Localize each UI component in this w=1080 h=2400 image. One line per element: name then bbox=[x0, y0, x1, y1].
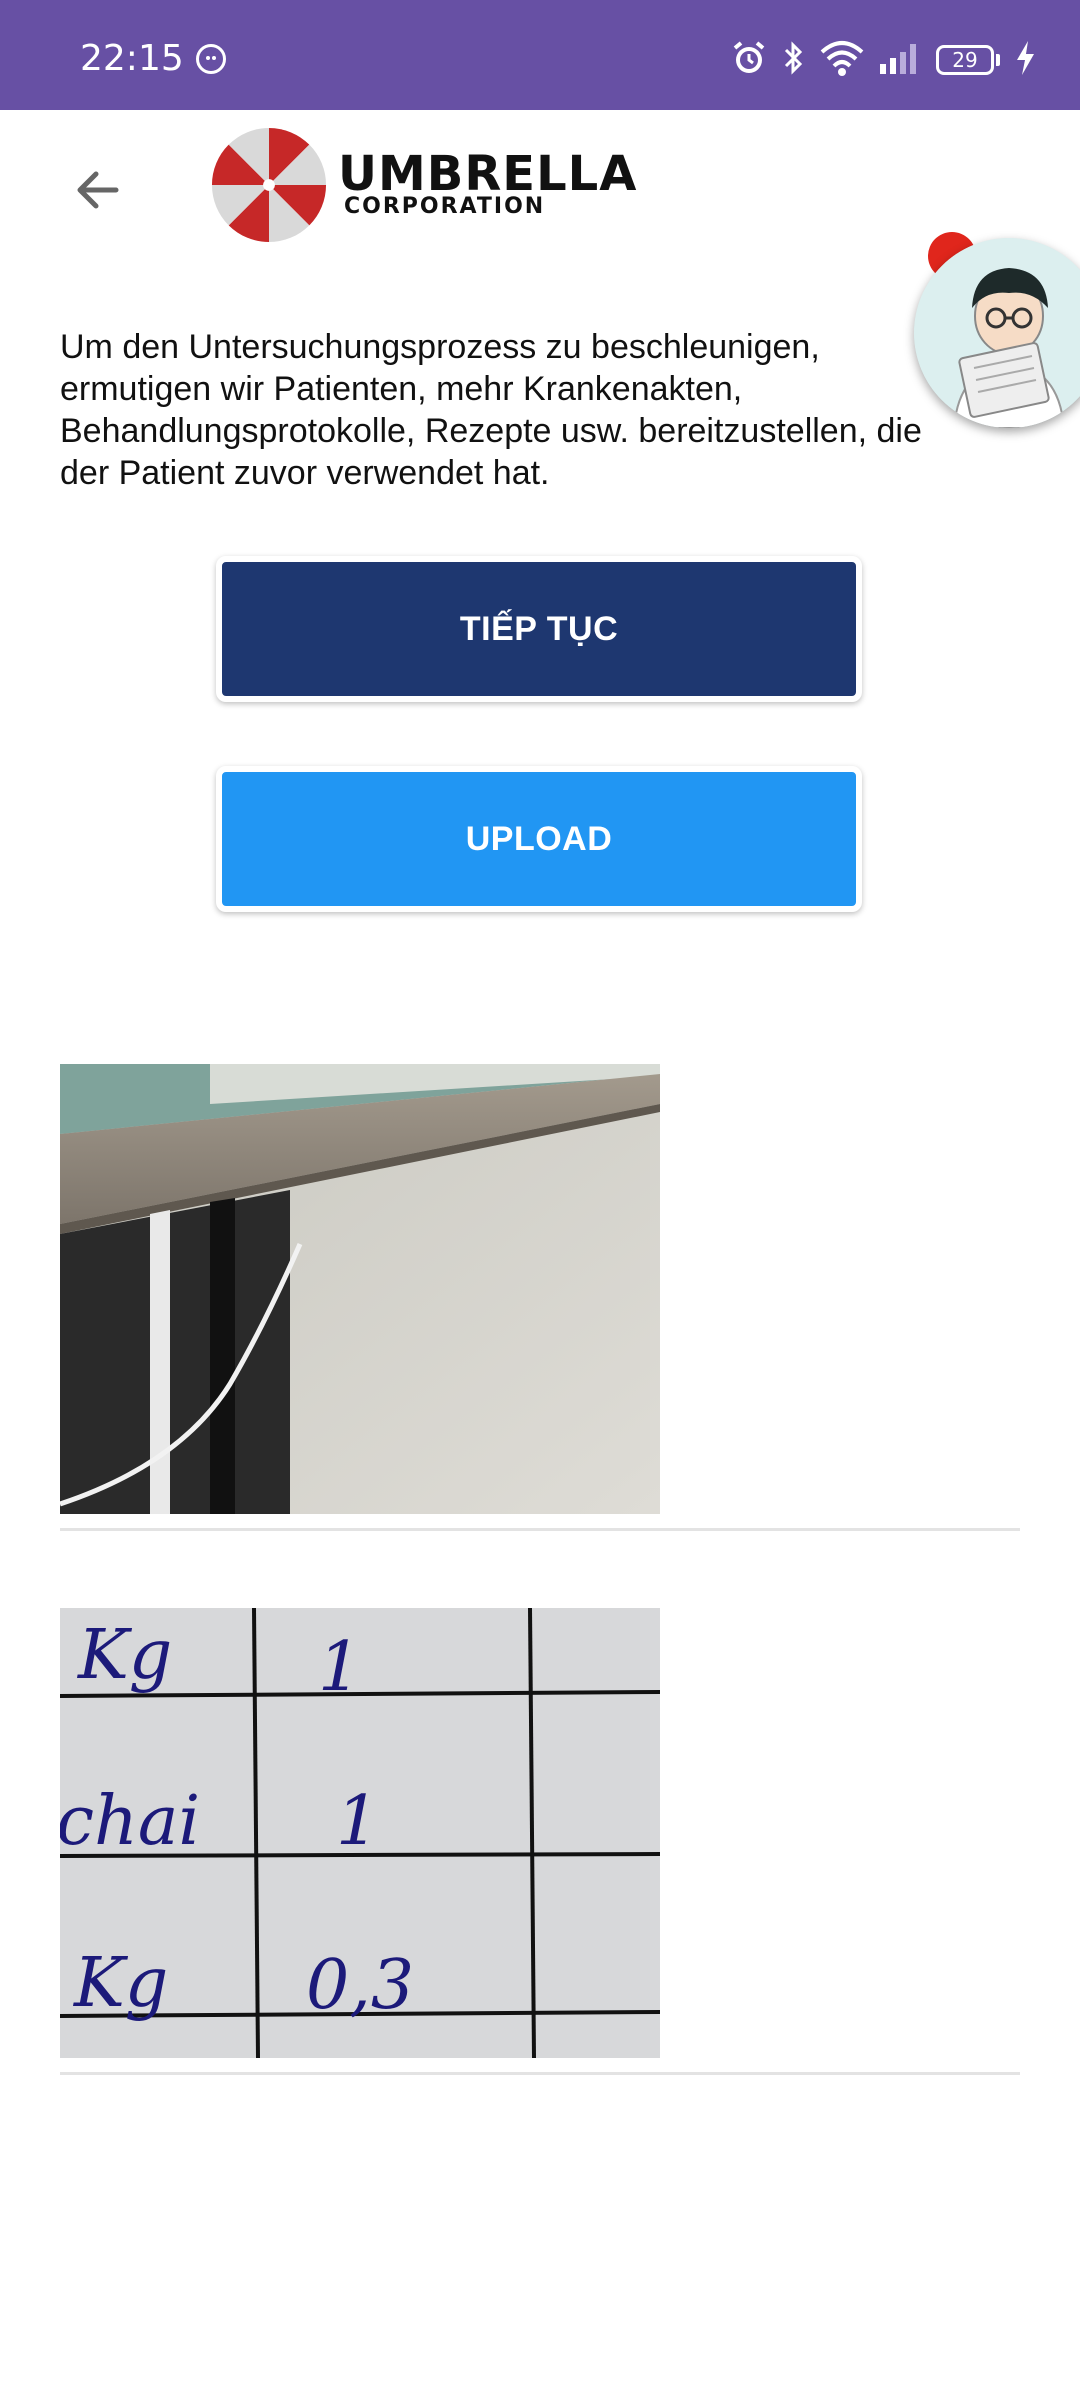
description-text: Um den Untersuchungsprozess zu beschleun… bbox=[60, 328, 922, 492]
logo-text: UMBRELLA CORPORATION bbox=[338, 146, 638, 218]
upload-button[interactable]: UPLOAD bbox=[216, 766, 862, 912]
arrow-left-icon bbox=[77, 171, 119, 209]
battery-tip bbox=[996, 54, 1000, 66]
handwritten-unit: chai bbox=[60, 1782, 200, 1861]
divider bbox=[60, 1528, 1020, 1531]
wifi-icon bbox=[820, 40, 864, 81]
signal-icon bbox=[878, 42, 922, 79]
continue-button[interactable]: TIẾP TỤC bbox=[216, 556, 862, 702]
handwritten-qty: 0,3 bbox=[306, 1946, 414, 2025]
photo-shelf-cable bbox=[60, 1064, 660, 1514]
app-header: UMBRELLA CORPORATION bbox=[0, 110, 1080, 270]
logo-main-text: UMBRELLA bbox=[338, 146, 638, 202]
uploaded-image[interactable] bbox=[60, 1064, 660, 1514]
status-bar: 22:15 29 bbox=[0, 0, 1080, 110]
umbrella-logo-icon bbox=[211, 127, 327, 243]
battery-icon: 29 bbox=[936, 45, 994, 75]
status-time: 22:15 bbox=[80, 38, 184, 79]
divider bbox=[60, 2072, 1020, 2075]
back-button[interactable] bbox=[60, 152, 136, 228]
status-icons: 29 bbox=[730, 40, 1036, 80]
logo: UMBRELLA CORPORATION bbox=[210, 126, 637, 244]
photo-handwritten-table: Kg 1 chai 1 Kg 0,3 bbox=[60, 1608, 660, 2058]
face-icon bbox=[196, 44, 226, 74]
handwritten-qty: 1 bbox=[318, 1628, 361, 1707]
alarm-icon bbox=[730, 39, 768, 82]
charging-icon bbox=[1014, 39, 1036, 82]
uploaded-image[interactable]: Kg 1 chai 1 Kg 0,3 bbox=[60, 1608, 660, 2058]
bluetooth-icon bbox=[782, 39, 806, 82]
handwritten-qty: 1 bbox=[336, 1782, 379, 1861]
handwritten-unit: Kg bbox=[72, 1944, 168, 2023]
handwritten-unit: Kg bbox=[76, 1616, 172, 1695]
